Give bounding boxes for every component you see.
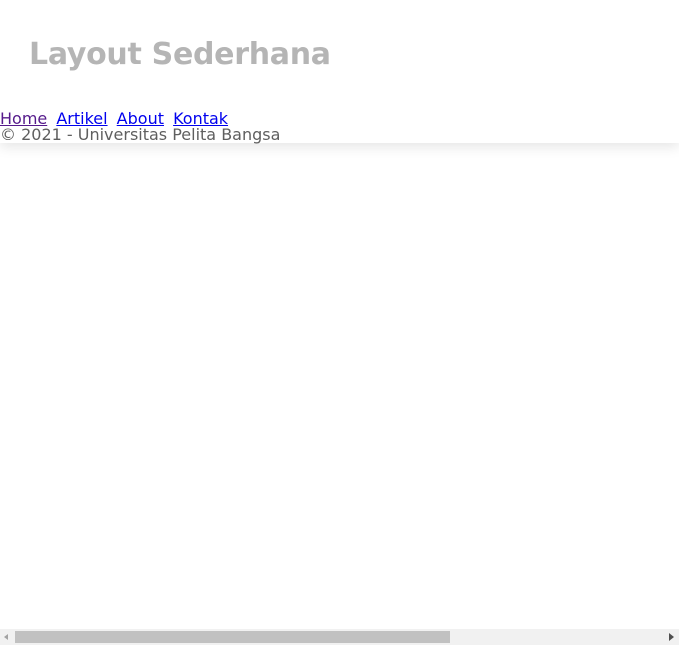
page-container: Layout Sederhana Home Artikel About Kont…	[0, 0, 679, 144]
page-title: Layout Sederhana	[29, 37, 331, 72]
scrollbar-thumb[interactable]	[15, 631, 450, 643]
scroll-left-arrow-icon[interactable]	[0, 629, 14, 645]
scroll-right-arrow-icon[interactable]	[665, 629, 679, 645]
footer-copyright: © 2021 - Universitas Pelita Bangsa	[0, 125, 281, 144]
horizontal-scrollbar[interactable]	[0, 629, 679, 645]
